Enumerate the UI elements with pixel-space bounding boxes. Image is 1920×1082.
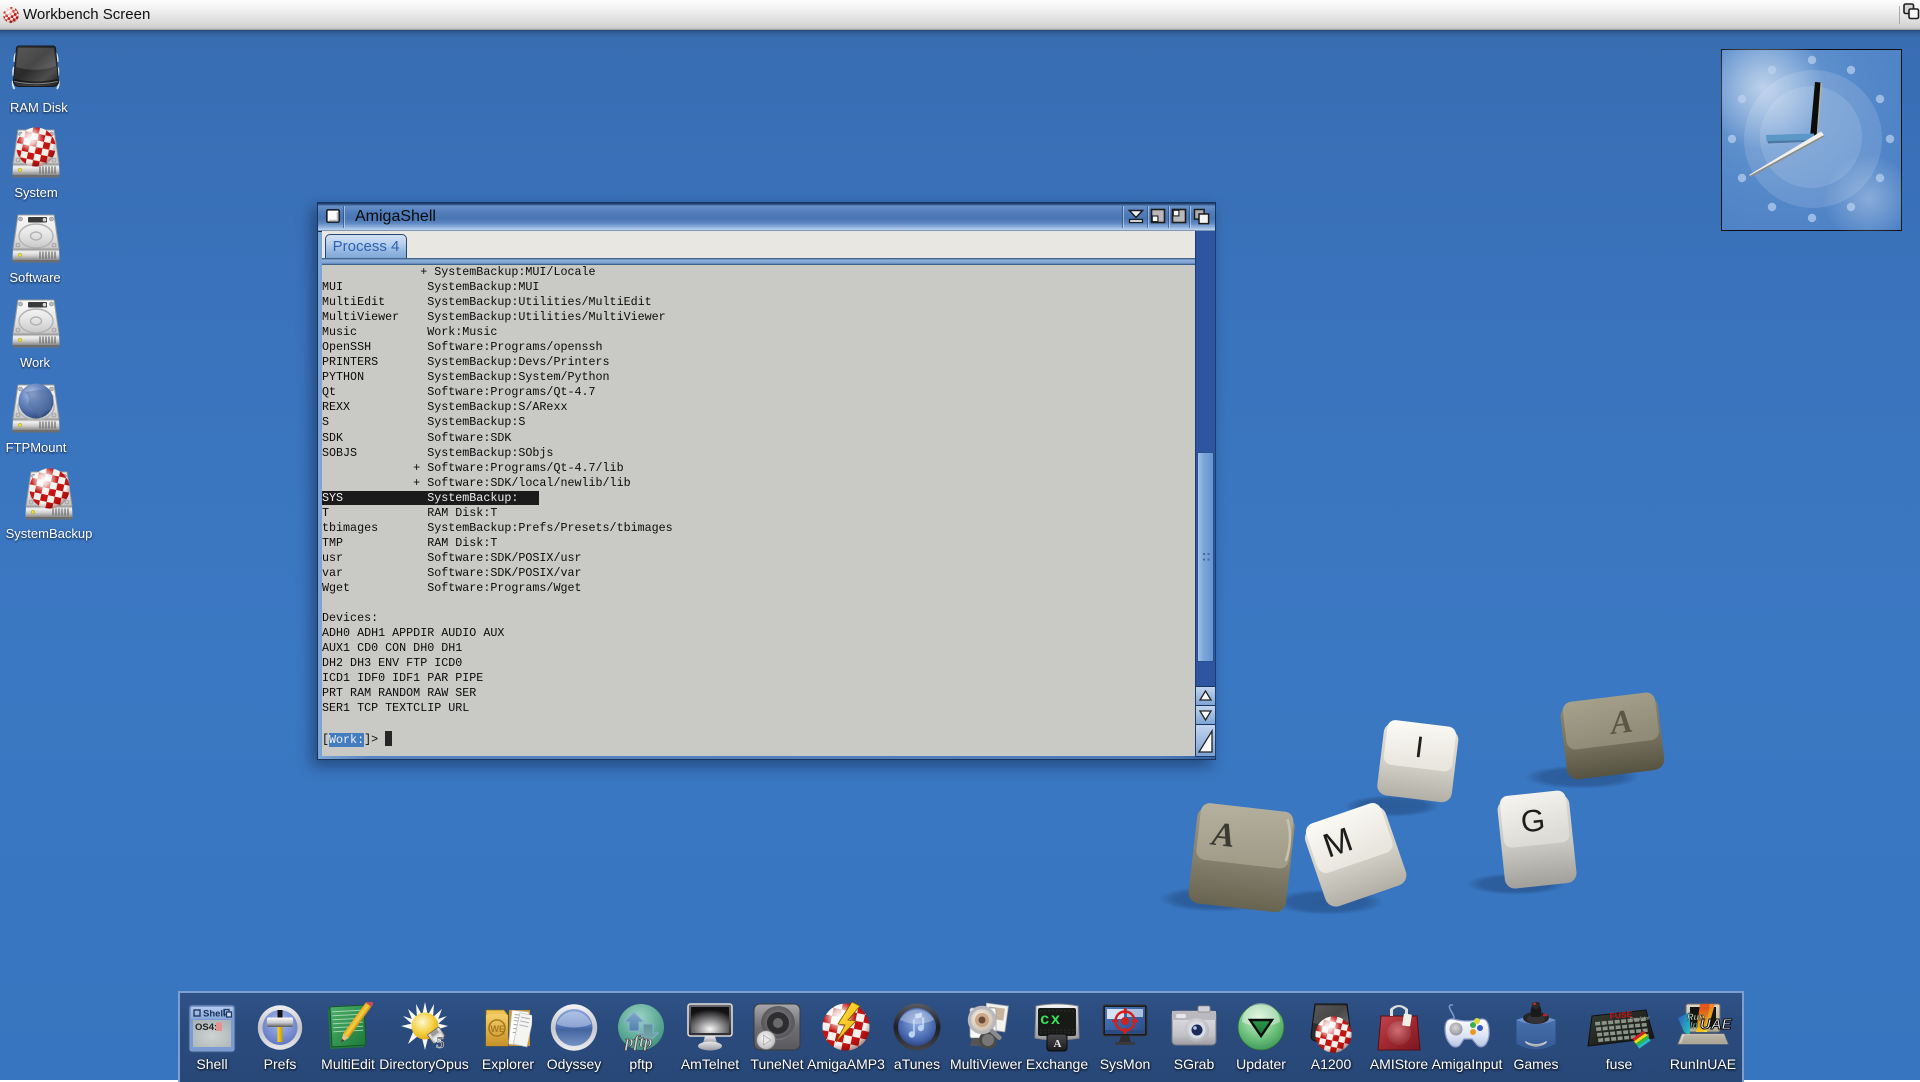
svg-text:Shell: Shell: [203, 1009, 226, 1020]
svg-text:x: x: [501, 1030, 505, 1037]
svg-text:cx: cx: [1040, 1011, 1061, 1029]
svg-text:G: G: [1519, 802, 1547, 839]
svg-text:A: A: [1054, 1038, 1062, 1050]
svg-text:OS4:: OS4:: [195, 1022, 217, 1033]
svg-text:UAE: UAE: [1700, 1016, 1733, 1033]
svg-text:pftp: pftp: [623, 1032, 652, 1051]
svg-text:5: 5: [436, 1033, 445, 1052]
svg-text:In: In: [1690, 1020, 1699, 1030]
